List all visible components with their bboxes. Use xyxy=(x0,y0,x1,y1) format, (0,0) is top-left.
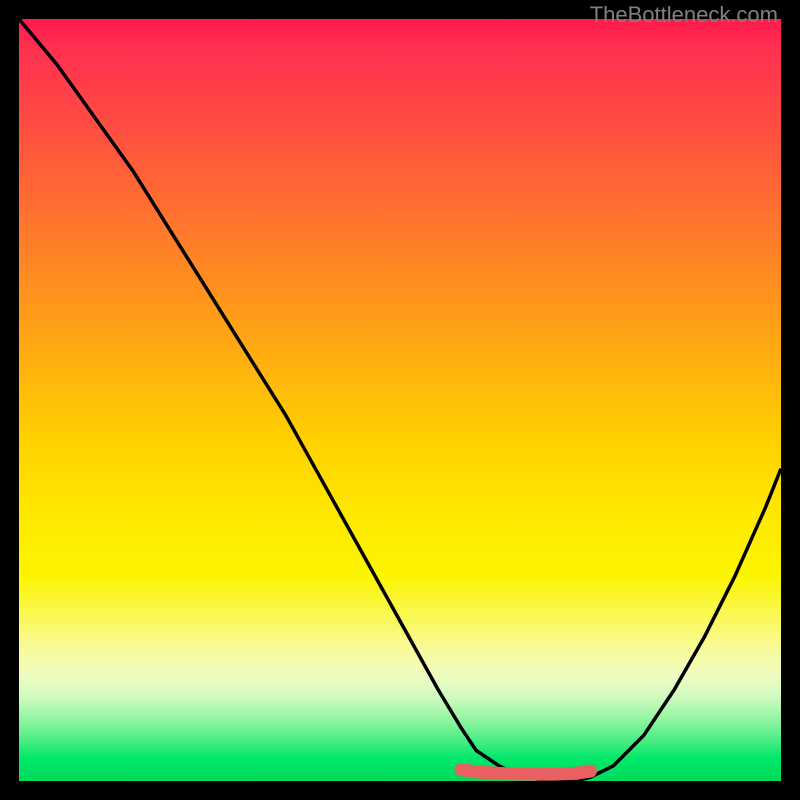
bottleneck-curve xyxy=(19,19,781,781)
watermark-text: TheBottleneck.com xyxy=(590,2,778,28)
optimal-range-highlight xyxy=(461,770,591,775)
curve-overlay xyxy=(0,0,800,800)
